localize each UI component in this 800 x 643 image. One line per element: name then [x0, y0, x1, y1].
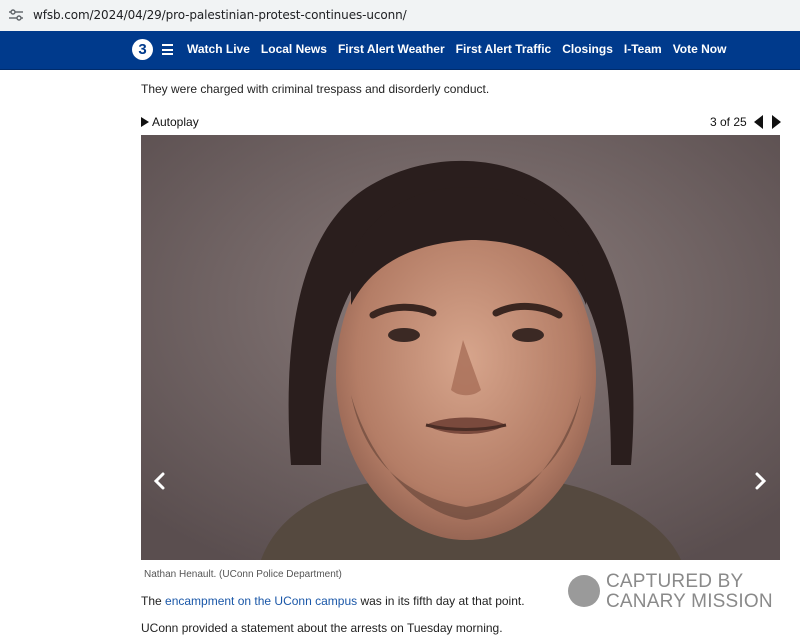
site-nav-bar: 3 Watch Live Local News First Alert Weat… [0, 31, 800, 70]
nav-items: Watch Live Local News First Alert Weathe… [187, 42, 737, 56]
article-paragraph: The encampment on the UConn campus was i… [141, 594, 525, 608]
hamburger-icon[interactable] [162, 44, 173, 55]
photo-next-icon[interactable] [755, 472, 767, 490]
article-paragraph: They were charged with criminal trespass… [141, 82, 490, 96]
nav-item-first-alert-traffic[interactable]: First Alert Traffic [456, 42, 552, 56]
autoplay-button[interactable]: Autoplay [141, 115, 199, 129]
nav-item-i-team[interactable]: I-Team [624, 42, 662, 56]
encampment-link[interactable]: encampment on the UConn campus [165, 594, 357, 608]
nav-item-watch-live[interactable]: Watch Live [187, 42, 250, 56]
paragraph-text: The [141, 594, 166, 608]
gallery-prev-icon[interactable] [754, 115, 763, 129]
play-icon [141, 117, 149, 127]
browser-address-bar[interactable]: wfsb.com/2024/04/29/pro-palestinian-prot… [0, 0, 800, 31]
autoplay-label: Autoplay [152, 115, 199, 129]
watermark-line2: CANARY MISSION [606, 591, 773, 612]
paragraph-text: was in its fifth day at that point. [357, 594, 525, 608]
logo-number: 3 [138, 41, 147, 58]
gallery-next-icon[interactable] [772, 115, 781, 129]
url-text[interactable]: wfsb.com/2024/04/29/pro-palestinian-prot… [33, 8, 407, 22]
nav-item-closings[interactable]: Closings [562, 42, 613, 56]
article-paragraph: UConn provided a statement about the arr… [141, 621, 503, 635]
canary-logo-icon [568, 575, 600, 607]
nav-item-vote-now[interactable]: Vote Now [673, 42, 727, 56]
mugshot-image [141, 135, 780, 560]
gallery-counter: 3 of 25 [710, 115, 747, 129]
wfsb-logo[interactable]: 3 [132, 39, 153, 60]
watermark-line1: CAPTURED BY [606, 571, 744, 592]
site-settings-icon[interactable] [9, 9, 23, 21]
photo-caption: Nathan Henault. (UConn Police Department… [144, 569, 342, 580]
nav-item-first-alert-weather[interactable]: First Alert Weather [338, 42, 445, 56]
photo-prev-icon[interactable] [153, 472, 165, 490]
gallery-photo [141, 135, 780, 560]
nav-item-local-news[interactable]: Local News [261, 42, 327, 56]
watermark: CAPTURED BY CANARY MISSION [566, 571, 776, 612]
